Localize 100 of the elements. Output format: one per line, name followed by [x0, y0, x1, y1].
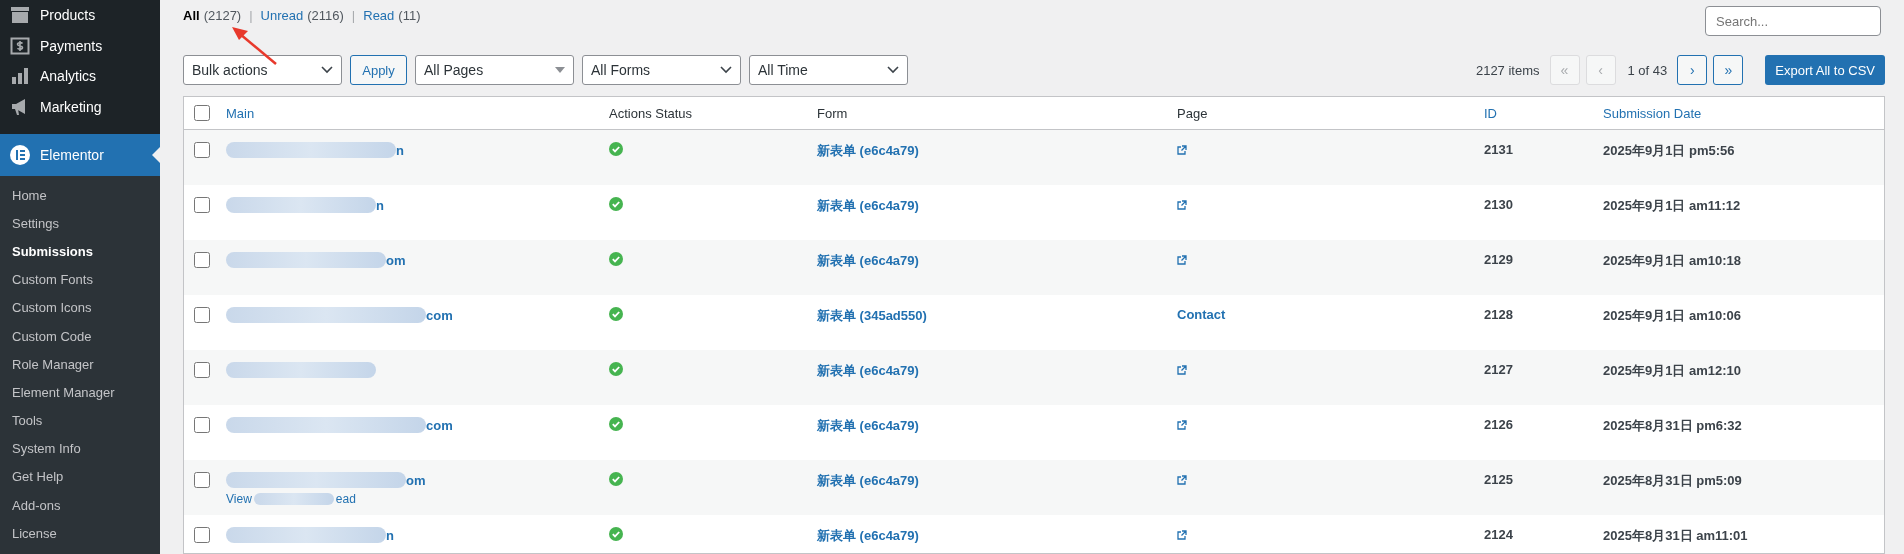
row-checkbox[interactable] — [194, 252, 210, 268]
filter-view-link[interactable]: Read — [363, 8, 395, 23]
apply-button[interactable]: Apply — [350, 55, 407, 85]
submenu-item[interactable]: Custom Icons — [0, 294, 160, 323]
email-link[interactable]: om — [406, 472, 426, 488]
check-circle-icon — [609, 417, 623, 431]
row-action-link[interactable]: View — [226, 492, 252, 506]
dropdown-select[interactable]: All Forms — [582, 55, 741, 85]
email-link[interactable]: om — [386, 252, 406, 268]
pagination-button[interactable]: › — [1677, 55, 1708, 85]
form-link[interactable]: 新表单 (e6c4a79) — [817, 417, 1177, 435]
row-checkbox[interactable] — [194, 527, 210, 543]
submenu-item[interactable]: Custom Fonts — [0, 266, 160, 295]
separator-text: | — [249, 8, 253, 23]
row-checkbox[interactable] — [194, 307, 210, 323]
submenu-item[interactable]: Get Help — [0, 463, 160, 492]
view-count: (2116) — [307, 8, 344, 23]
column-header[interactable]: Submission Date — [1603, 105, 1884, 121]
dollar-icon — [10, 36, 30, 55]
external-link-icon[interactable] — [1177, 475, 1187, 485]
submenu-item[interactable]: Home — [0, 181, 160, 210]
column-header[interactable]: ID — [1484, 105, 1603, 121]
id-text: 2129 — [1484, 252, 1514, 267]
chevron-down-icon — [887, 66, 899, 74]
column-header[interactable]: Main — [226, 105, 609, 121]
filter-view-link[interactable]: Unread — [260, 8, 304, 23]
id-text: 2131 — [1484, 142, 1514, 157]
check-circle-icon — [609, 472, 623, 486]
view-count: (11) — [398, 8, 421, 23]
email-link[interactable]: com — [426, 417, 453, 433]
submenu-item[interactable]: Settings — [0, 209, 160, 238]
form-link[interactable]: 新表单 (e6c4a79) — [817, 252, 1177, 270]
external-link-icon[interactable] — [1177, 200, 1187, 210]
form-link[interactable]: 新表单 (345ad550) — [817, 307, 1177, 325]
bar-chart-icon — [10, 67, 30, 86]
sidebar-menu-item[interactable]: Marketing — [0, 91, 160, 123]
check-circle-icon — [609, 307, 623, 321]
archive-icon — [10, 6, 30, 25]
pagination-button[interactable]: » — [1713, 55, 1744, 85]
submenu-item[interactable]: Custom Code — [0, 322, 160, 351]
email-link[interactable]: n — [376, 197, 384, 213]
id-text: 2126 — [1484, 417, 1514, 432]
check-circle-icon — [609, 362, 623, 376]
row-checkbox[interactable] — [194, 197, 210, 213]
dropdown-select[interactable]: All Time — [749, 55, 908, 85]
email-link[interactable]: n — [386, 527, 394, 543]
external-link-icon[interactable] — [1177, 255, 1187, 265]
email-link[interactable]: n — [396, 142, 404, 158]
filter-view-link[interactable]: All — [183, 8, 200, 23]
check-circle-icon — [609, 197, 623, 211]
select-all-checkbox[interactable] — [194, 105, 210, 121]
email-link[interactable]: com — [426, 307, 453, 323]
submenu-item[interactable]: Tools — [0, 407, 160, 436]
submenu-item[interactable]: License — [0, 519, 160, 549]
id-text: 2128 — [1484, 307, 1514, 322]
sidebar-menu-item[interactable]: Products — [0, 0, 160, 31]
id-text: 2130 — [1484, 197, 1514, 212]
form-link[interactable]: 新表单 (e6c4a79) — [817, 142, 1177, 160]
page-indicator: 1 of 43 — [1627, 62, 1668, 78]
form-link[interactable]: 新表单 (e6c4a79) — [817, 527, 1177, 545]
check-circle-icon — [609, 527, 623, 541]
page-link[interactable]: Contact — [1177, 307, 1226, 322]
row-checkbox[interactable] — [194, 417, 210, 433]
form-link[interactable]: 新表单 (e6c4a79) — [817, 362, 1177, 380]
row-checkbox[interactable] — [194, 142, 210, 158]
caret-icon — [555, 67, 565, 73]
form-link[interactable]: 新表单 (e6c4a79) — [817, 472, 1177, 490]
form-link[interactable]: 新表单 (e6c4a79) — [817, 197, 1177, 215]
id-text: 2124 — [1484, 527, 1514, 542]
sidebar-menu-item[interactable]: Elementor — [0, 134, 160, 176]
external-link-icon[interactable] — [1177, 145, 1187, 155]
submenu-item[interactable]: System Info — [0, 435, 160, 464]
chevron-down-icon — [720, 66, 732, 74]
dropdown-select[interactable]: All Pages — [415, 55, 574, 85]
external-link-icon[interactable] — [1177, 530, 1187, 540]
date-text: 2025年9月1日 am12:10 — [1603, 362, 1743, 380]
column-header: Form — [817, 105, 849, 121]
submenu-item[interactable]: Submissions — [0, 237, 160, 267]
row-checkbox[interactable] — [194, 472, 210, 488]
chevron-down-icon — [321, 66, 333, 74]
submenu-item[interactable]: Element Manager — [0, 378, 160, 408]
id-text: 2125 — [1484, 472, 1514, 487]
date-text: 2025年9月1日 am10:06 — [1603, 307, 1743, 325]
search-field[interactable]: Search... — [1705, 6, 1881, 36]
external-link-icon[interactable] — [1177, 420, 1187, 430]
date-text: 2025年8月31日 pm6:32 — [1603, 417, 1743, 435]
sidebar-menu-item[interactable]: Payments — [0, 30, 160, 62]
date-text: 2025年9月1日 pm5:56 — [1603, 142, 1736, 160]
row-action-link[interactable]: ead — [335, 492, 356, 506]
item-count: 2127 items — [1475, 62, 1540, 78]
row-checkbox[interactable] — [194, 362, 210, 378]
date-text: 2025年8月31日 am11:01 — [1603, 527, 1749, 545]
submenu-item[interactable]: Role Manager — [0, 350, 160, 379]
dropdown-select[interactable]: Bulk actions — [183, 55, 342, 85]
submenu-item[interactable]: Add-ons — [0, 491, 160, 520]
elementor-icon — [10, 144, 30, 165]
column-header: Page — [1177, 105, 1209, 121]
external-link-icon[interactable] — [1177, 365, 1187, 375]
export-button[interactable]: Export All to CSV — [1765, 55, 1885, 85]
sidebar-menu-item[interactable]: Analytics — [0, 61, 160, 92]
